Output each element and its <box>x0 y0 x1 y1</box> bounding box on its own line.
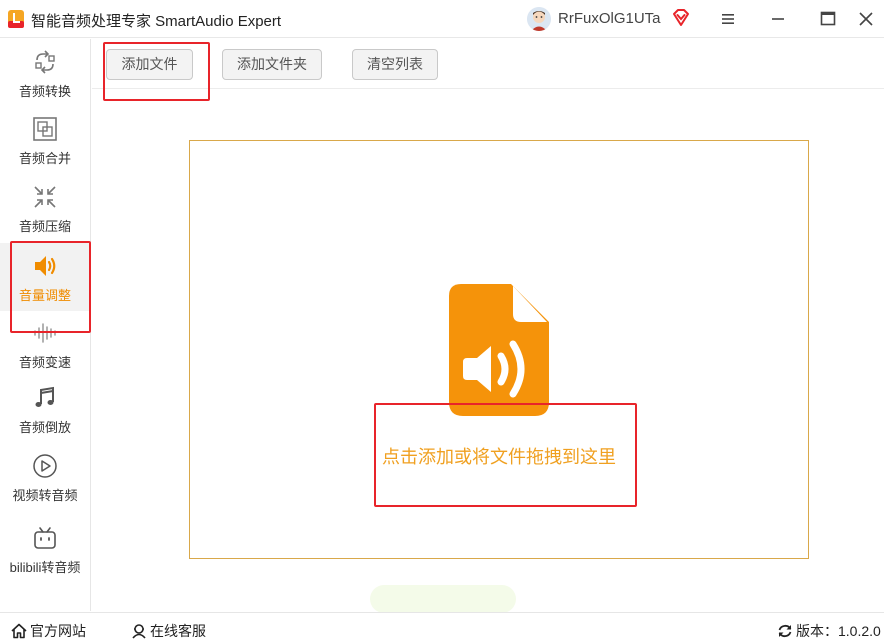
compress-icon <box>34 186 56 208</box>
sidebar-item-speed[interactable]: 音频变速 <box>0 320 90 376</box>
sidebar-item-label: 音频合并 <box>18 151 71 166</box>
sidebar-item-label: 音频倒放 <box>18 420 71 435</box>
title-bar: 智能音频处理专家 SmartAudio Expert RrFuxOlG1UTa <box>0 0 884 38</box>
home-icon <box>11 623 27 639</box>
volume-icon <box>35 256 56 276</box>
official-website-label: 官方网站 <box>30 623 86 639</box>
convert-icon <box>35 50 55 74</box>
avatar[interactable] <box>527 7 551 31</box>
bilibili-icon <box>34 527 56 549</box>
faint-action-button[interactable] <box>370 585 516 613</box>
menu-button[interactable] <box>715 6 741 32</box>
sidebar-item-compress[interactable]: 音频压缩 <box>0 184 90 240</box>
sidebar-item-label: bilibili转音频 <box>9 560 81 575</box>
sidebar-item-label: 音量调整 <box>18 288 71 303</box>
online-support-link[interactable]: 在线客服 <box>131 621 206 641</box>
sidebar-item-convert[interactable]: 音频转换 <box>0 49 90 105</box>
maximize-button[interactable] <box>815 6 841 32</box>
close-icon <box>859 12 873 26</box>
version-label: 版本：1.0.2.0 <box>796 623 881 639</box>
merge-icon <box>33 117 57 141</box>
sidebar-item-label: 音频转换 <box>18 84 71 99</box>
official-website-link[interactable]: 官方网站 <box>11 621 86 641</box>
sidebar-item-label: 音频变速 <box>18 355 71 370</box>
sidebar: 音频转换 音频合并 音频压缩 音量调整 音频变速 音频倒放 视频转音频 bili… <box>0 39 91 611</box>
refresh-icon <box>778 624 792 638</box>
status-bar: 官方网站 在线客服 版本：1.0.2.0 <box>0 612 884 643</box>
sidebar-item-label: 音频压缩 <box>18 219 71 234</box>
music-note-icon <box>35 386 54 407</box>
app-logo-icon <box>8 10 24 28</box>
sidebar-item-label: 视频转音频 <box>12 488 78 503</box>
close-button[interactable] <box>853 6 879 32</box>
version-info[interactable]: 版本：1.0.2.0 <box>777 621 881 641</box>
app-title: 智能音频处理专家 SmartAudio Expert <box>31 13 282 30</box>
toolbar: 添加文件 添加文件夹 清空列表 <box>92 39 884 89</box>
minimize-button[interactable] <box>765 6 791 32</box>
add-folder-button[interactable]: 添加文件夹 <box>222 49 322 80</box>
sidebar-item-bilibili[interactable]: bilibili转音频 <box>0 525 90 581</box>
vip-diamond-icon[interactable] <box>671 8 691 28</box>
maximize-icon <box>820 11 836 26</box>
clear-list-button[interactable]: 清空列表 <box>352 49 438 80</box>
drop-hint-text[interactable]: 点击添加或将文件拖拽到这里 <box>382 443 616 469</box>
sidebar-item-merge[interactable]: 音频合并 <box>0 116 90 172</box>
sidebar-item-volume[interactable]: 音量调整 <box>0 243 90 311</box>
customer-service-icon <box>132 624 146 639</box>
add-file-button[interactable]: 添加文件 <box>106 49 193 80</box>
audio-file-icon[interactable] <box>449 284 549 416</box>
menu-icon <box>722 14 734 24</box>
sidebar-item-video-to-audio[interactable]: 视频转音频 <box>0 453 90 509</box>
waveform-icon <box>34 323 56 343</box>
online-support-label: 在线客服 <box>150 623 206 639</box>
sidebar-item-reverse[interactable]: 音频倒放 <box>0 385 90 441</box>
play-icon <box>33 454 57 478</box>
minimize-icon <box>772 18 784 20</box>
username[interactable]: RrFuxOlG1UTa <box>558 10 661 27</box>
